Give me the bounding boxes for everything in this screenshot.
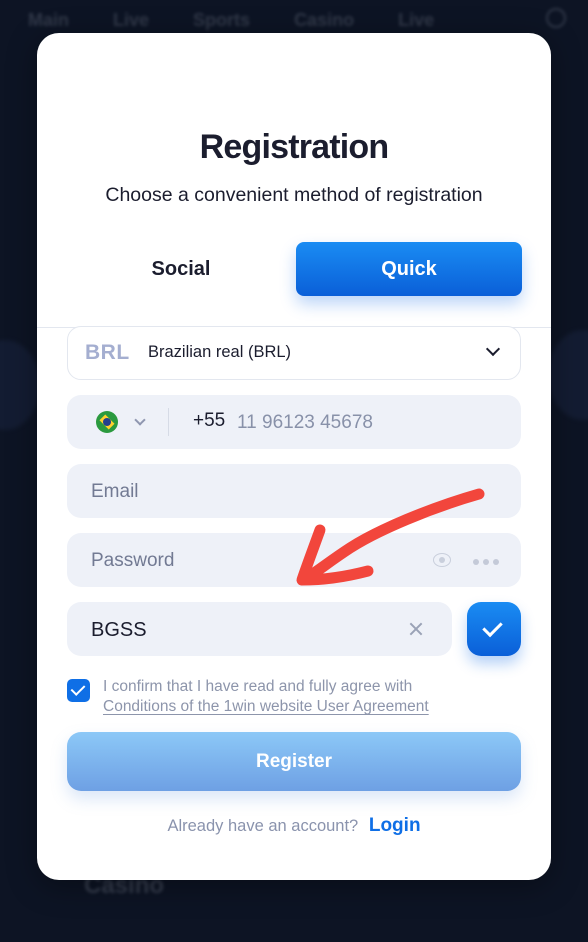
password-input[interactable]	[89, 547, 423, 575]
tab-social[interactable]: Social	[67, 242, 295, 296]
currency-name: Brazilian real (BRL)	[148, 343, 292, 361]
phone-field: +55	[67, 395, 521, 449]
email-field	[67, 464, 521, 518]
login-prompt: Already have an account? Login	[0, 815, 588, 837]
clear-icon[interactable]	[406, 619, 426, 639]
eye-icon[interactable]	[433, 553, 451, 567]
bg-nav-item: Sports	[193, 9, 251, 30]
chevron-down-icon	[485, 341, 501, 357]
tab-quick[interactable]: Quick	[296, 242, 522, 296]
register-button[interactable]: Register	[67, 732, 521, 791]
phone-input[interactable]	[235, 409, 499, 437]
promo-code-input[interactable]	[89, 616, 423, 644]
more-dots-icon[interactable]	[493, 559, 499, 565]
currency-code: BRL	[85, 341, 130, 364]
currency-select[interactable]: BRL Brazilian real (BRL)	[67, 326, 521, 380]
phone-separator	[168, 408, 169, 436]
promo-code-field	[67, 602, 452, 656]
agreement-text: I confirm that I have read and fully agr…	[103, 678, 413, 695]
modal-subtitle: Choose a convenient method of registrati…	[105, 184, 483, 206]
bg-nav-item: Live	[113, 9, 150, 30]
email-input[interactable]	[89, 478, 423, 506]
password-field	[67, 533, 521, 587]
bg-blob	[0, 340, 40, 430]
promo-apply-button[interactable]	[467, 602, 521, 656]
login-link[interactable]: Login	[369, 815, 421, 836]
brazil-flag-icon[interactable]	[96, 411, 118, 433]
bg-nav-item: Casino	[294, 9, 355, 30]
already-have-account-text: Already have an account?	[167, 817, 359, 835]
bg-nav-item: Main	[28, 9, 70, 30]
chevron-down-icon[interactable]	[134, 414, 146, 426]
modal-title: Registration	[199, 128, 390, 166]
bg-blob	[548, 330, 588, 420]
phone-country-code: +55	[193, 410, 226, 431]
bg-search-icon	[546, 8, 566, 28]
agreement-link[interactable]: Conditions of the 1win website User Agre…	[103, 697, 429, 717]
agreement-checkbox[interactable]	[67, 679, 90, 702]
bg-nav-item: Live	[398, 9, 435, 30]
